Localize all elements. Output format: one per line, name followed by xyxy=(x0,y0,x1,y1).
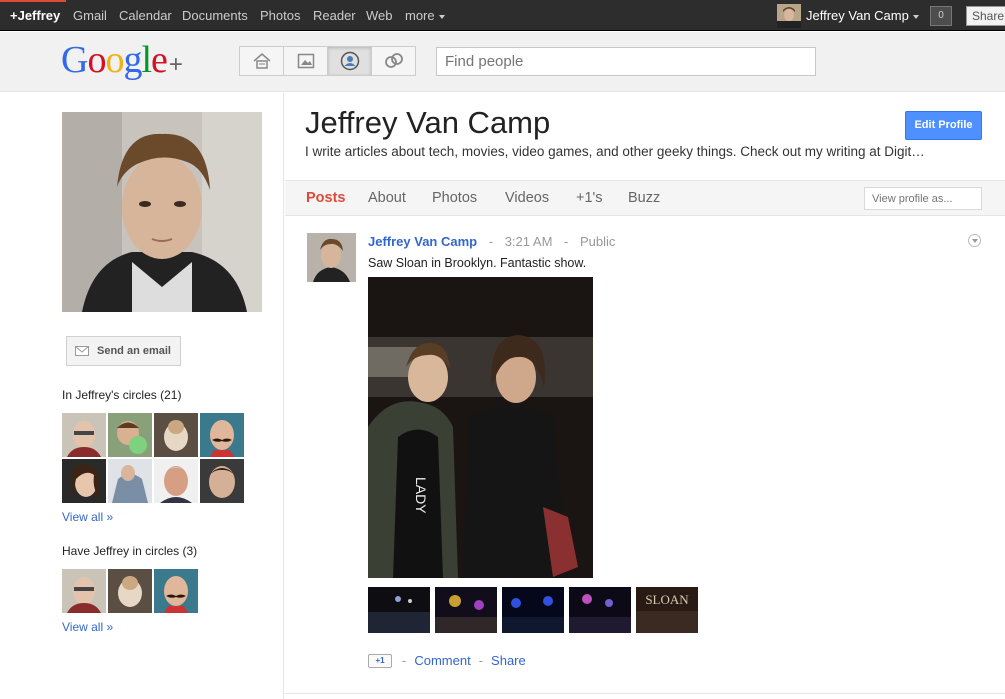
account-name: Jeffrey Van Camp xyxy=(806,8,909,23)
sloan-thumb-text: SLOAN xyxy=(645,592,689,607)
home-icon xyxy=(253,53,270,69)
post-photo-thumb[interactable] xyxy=(502,587,564,633)
circle-member-avatar[interactable] xyxy=(108,459,152,503)
post-author-avatar[interactable] xyxy=(307,233,356,282)
separator: - xyxy=(478,653,484,668)
profile-tabs: Posts About Photos Videos +1's Buzz xyxy=(285,180,1005,216)
post-text: Saw Sloan in Brooklyn. Fantastic show. xyxy=(368,256,587,270)
logo-plus: + xyxy=(168,51,183,78)
view-all-in-circles-link[interactable]: View all » xyxy=(62,510,113,524)
tab-posts[interactable]: Posts xyxy=(306,181,346,215)
google-bar: +Jeffrey Gmail Calendar Documents Photos… xyxy=(0,0,1005,31)
circle-member-avatar[interactable] xyxy=(154,569,198,613)
circle-member-avatar[interactable] xyxy=(154,459,198,503)
nav-documents[interactable]: Documents xyxy=(182,0,248,31)
tab-buzz[interactable]: Buzz xyxy=(628,181,660,215)
nav-more[interactable]: more xyxy=(405,0,445,31)
header: Google+ xyxy=(0,32,1005,92)
circles-button[interactable] xyxy=(371,46,416,76)
circle-member-avatar[interactable] xyxy=(108,569,152,613)
profile-photo[interactable] xyxy=(62,112,262,312)
separator: - xyxy=(488,234,494,249)
share-link[interactable]: Share xyxy=(491,653,526,668)
view-profile-as-input[interactable] xyxy=(864,187,982,210)
circle-member-avatar[interactable] xyxy=(62,459,106,503)
send-email-label: Send an email xyxy=(97,345,171,357)
divider xyxy=(285,693,1005,694)
post-header: Jeffrey Van Camp - 3:21 AM - Public xyxy=(368,234,615,249)
post-photo-thumb[interactable] xyxy=(435,587,497,633)
nav-web[interactable]: Web xyxy=(366,0,393,31)
post-options-icon[interactable] xyxy=(968,234,981,247)
post-time[interactable]: 3:21 AM xyxy=(505,234,553,249)
search-input[interactable] xyxy=(436,47,816,76)
in-circles-title: In Jeffrey's circles (21) xyxy=(62,388,182,402)
circle-member-avatar[interactable] xyxy=(154,413,198,457)
photos-button[interactable] xyxy=(283,46,328,76)
user-avatar[interactable] xyxy=(777,4,801,28)
home-button[interactable] xyxy=(239,46,284,76)
plus-one-button[interactable]: +1 xyxy=(368,653,392,668)
post-photo-thumb[interactable] xyxy=(569,587,631,633)
nav-reader[interactable]: Reader xyxy=(313,0,356,31)
profile-sidebar: Send an email In Jeffrey's circles (21) … xyxy=(0,93,284,699)
post-photo[interactable]: LADY xyxy=(368,277,593,578)
post-photo-strip: SLOAN xyxy=(368,587,703,633)
separator: - xyxy=(402,653,407,668)
stream-nav xyxy=(239,46,416,76)
edit-profile-button[interactable]: Edit Profile xyxy=(905,111,982,140)
post-visibility[interactable]: Public xyxy=(580,234,615,249)
profile-icon xyxy=(340,51,359,71)
circle-member-avatar[interactable] xyxy=(108,413,152,457)
tab-photos[interactable]: Photos xyxy=(432,181,477,215)
post-actions: +1 - Comment - Share xyxy=(368,653,534,668)
send-email-button[interactable]: Send an email xyxy=(66,336,181,366)
share-button[interactable]: Share xyxy=(966,6,1005,26)
nav-gmail[interactable]: Gmail xyxy=(73,0,107,31)
tab-videos[interactable]: Videos xyxy=(505,181,549,215)
circle-member-avatar[interactable] xyxy=(200,413,244,457)
google-plus-logo[interactable]: Google+ xyxy=(61,38,183,82)
chevron-down-icon xyxy=(438,14,445,19)
circle-member-avatar[interactable] xyxy=(62,413,106,457)
have-in-circles-title: Have Jeffrey in circles (3) xyxy=(62,544,198,558)
circles-icon xyxy=(384,53,403,68)
in-circles-grid xyxy=(62,413,244,503)
svg-text:LADY: LADY xyxy=(413,477,429,514)
tab-plus-ones[interactable]: +1's xyxy=(576,181,603,215)
circle-member-avatar[interactable] xyxy=(200,459,244,503)
circle-member-avatar[interactable] xyxy=(62,569,106,613)
nav-plus-jeffrey[interactable]: +Jeffrey xyxy=(10,0,60,31)
notification-count[interactable]: 0 xyxy=(930,6,952,26)
profile-button[interactable] xyxy=(327,46,372,76)
profile-name: Jeffrey Van Camp xyxy=(305,105,551,140)
nav-calendar[interactable]: Calendar xyxy=(119,0,172,31)
profile-main: Jeffrey Van Camp I write articles about … xyxy=(285,93,1005,699)
tab-about[interactable]: About xyxy=(368,181,406,215)
comment-link[interactable]: Comment xyxy=(414,653,470,668)
nav-photos[interactable]: Photos xyxy=(260,0,300,31)
account-menu[interactable]: Jeffrey Van Camp xyxy=(806,0,919,32)
nav-more-label: more xyxy=(405,8,435,23)
post-photo-thumb[interactable] xyxy=(368,587,430,633)
mail-icon xyxy=(75,346,89,356)
view-all-have-in-circles-link[interactable]: View all » xyxy=(62,620,113,634)
post-author-link[interactable]: Jeffrey Van Camp xyxy=(368,234,477,249)
profile-tagline: I write articles about tech, movies, vid… xyxy=(305,144,925,159)
post-photo-thumb[interactable]: SLOAN xyxy=(636,587,698,633)
separator: - xyxy=(564,234,569,249)
chevron-down-icon xyxy=(912,14,919,19)
have-in-circles-grid xyxy=(62,569,244,613)
photos-icon xyxy=(297,53,314,69)
